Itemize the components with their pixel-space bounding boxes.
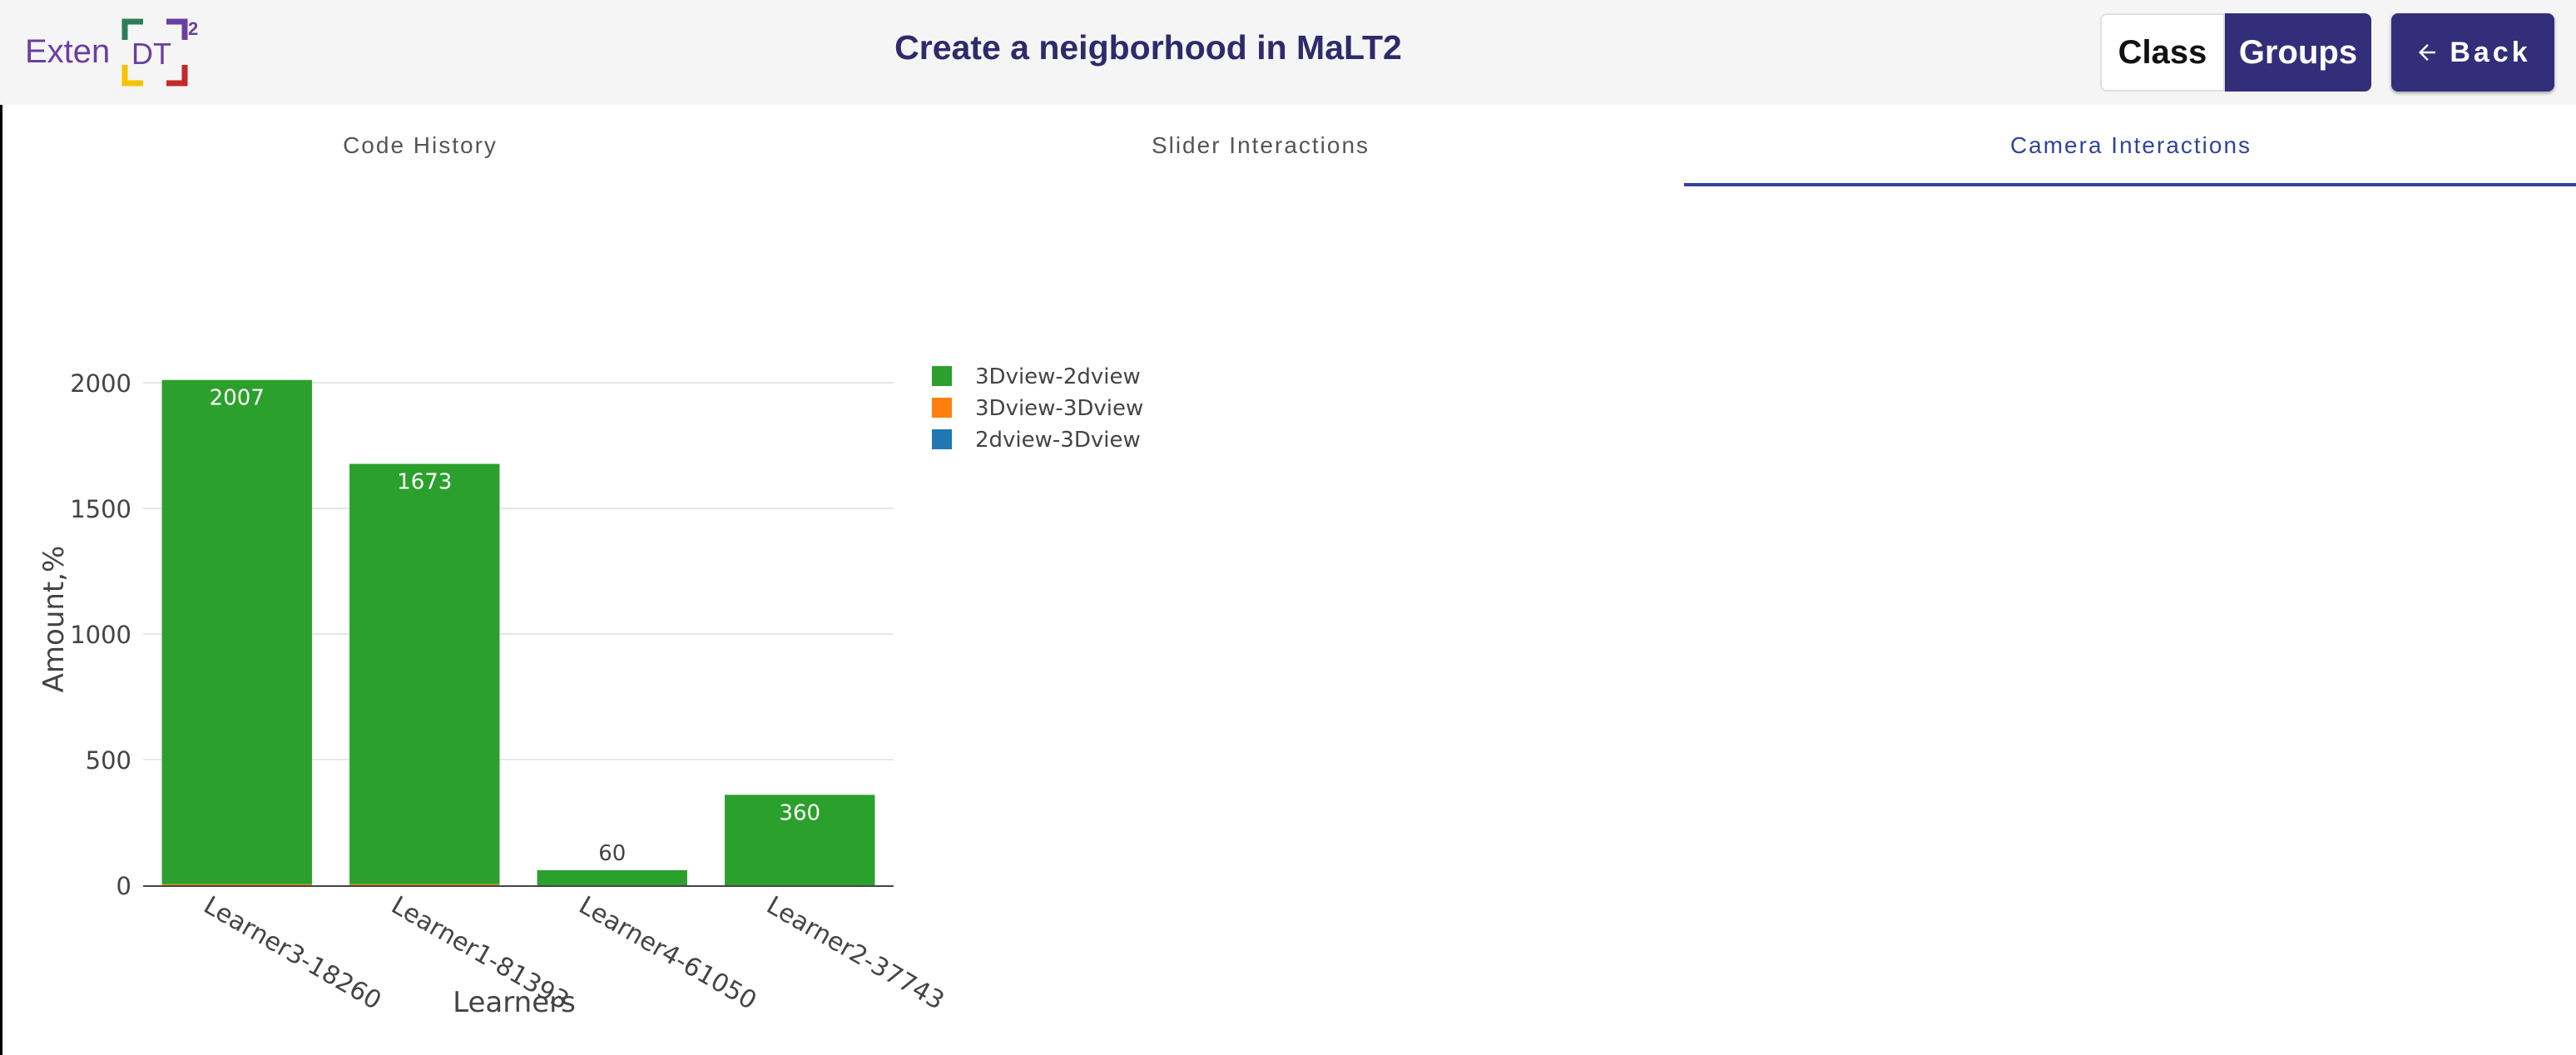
arrow-left-icon xyxy=(2419,44,2436,61)
tab-camera-interactions[interactable]: Camera Interactions xyxy=(1711,105,2551,186)
app-header: Exten DT 2 Create a neigborhood in MaLT2… xyxy=(0,0,2576,105)
back-label: Back xyxy=(2450,36,2531,68)
tab-bar: Code History Slider Interactions Camera … xyxy=(0,105,2576,186)
back-button[interactable]: Back xyxy=(2391,13,2554,92)
legend-label: 2dview-3Dview xyxy=(975,428,1141,453)
y-tick-label: 0 xyxy=(116,872,131,900)
tab-code-history[interactable]: Code History xyxy=(0,105,840,186)
x-tick-label: Learner3-18260 xyxy=(199,891,386,1016)
y-axis-label: Amount,% xyxy=(37,546,71,693)
class-toggle-button[interactable]: Class xyxy=(2100,13,2225,92)
y-tick-label: 1500 xyxy=(70,495,131,523)
bar-3Dview-3Dview xyxy=(161,884,312,885)
bar-value-label: 2007 xyxy=(210,386,265,411)
x-tick-label: Learner2-37743 xyxy=(761,891,949,1016)
bar-3Dview-2dview xyxy=(161,379,312,884)
legend-label: 3Dview-3Dview xyxy=(975,396,1143,421)
y-tick-label: 2000 xyxy=(70,369,131,398)
bar-value-label: 360 xyxy=(779,800,820,825)
camera-interactions-chart: 0500100015002000 Learner3-18260 Learner1-… xyxy=(37,364,1143,1019)
legend-swatch xyxy=(932,429,952,449)
bar-value-label: 60 xyxy=(598,841,626,866)
bar-3Dview-3Dview xyxy=(349,884,500,885)
y-axis-ticks: 0 500 1000 1500 2000 xyxy=(70,369,131,900)
bar-value-label: 1673 xyxy=(397,470,452,495)
y-tick-label: 500 xyxy=(86,746,131,775)
legend-swatch xyxy=(932,366,952,386)
groups-toggle-button[interactable]: Groups xyxy=(2225,13,2371,92)
active-tab-indicator xyxy=(1684,183,2576,186)
bar-3Dview-2dview xyxy=(349,463,500,884)
legend-label: 3Dview-2dview xyxy=(975,364,1141,389)
legend-swatch xyxy=(932,398,952,418)
tab-slider-interactions[interactable]: Slider Interactions xyxy=(840,105,1681,186)
page-title: Create a neigborhood in MaLT2 xyxy=(894,28,1402,67)
y-tick-label: 1000 xyxy=(70,621,131,649)
x-tick-label: Learner4-61050 xyxy=(574,891,761,1016)
x-axis-label: Learners xyxy=(453,986,576,1019)
chart-legend: 3Dview-2dview 3Dview-3Dview 2dview-3Dview xyxy=(932,364,1143,453)
chart-bars xyxy=(161,379,875,885)
bar-3Dview-2dview xyxy=(537,869,687,885)
